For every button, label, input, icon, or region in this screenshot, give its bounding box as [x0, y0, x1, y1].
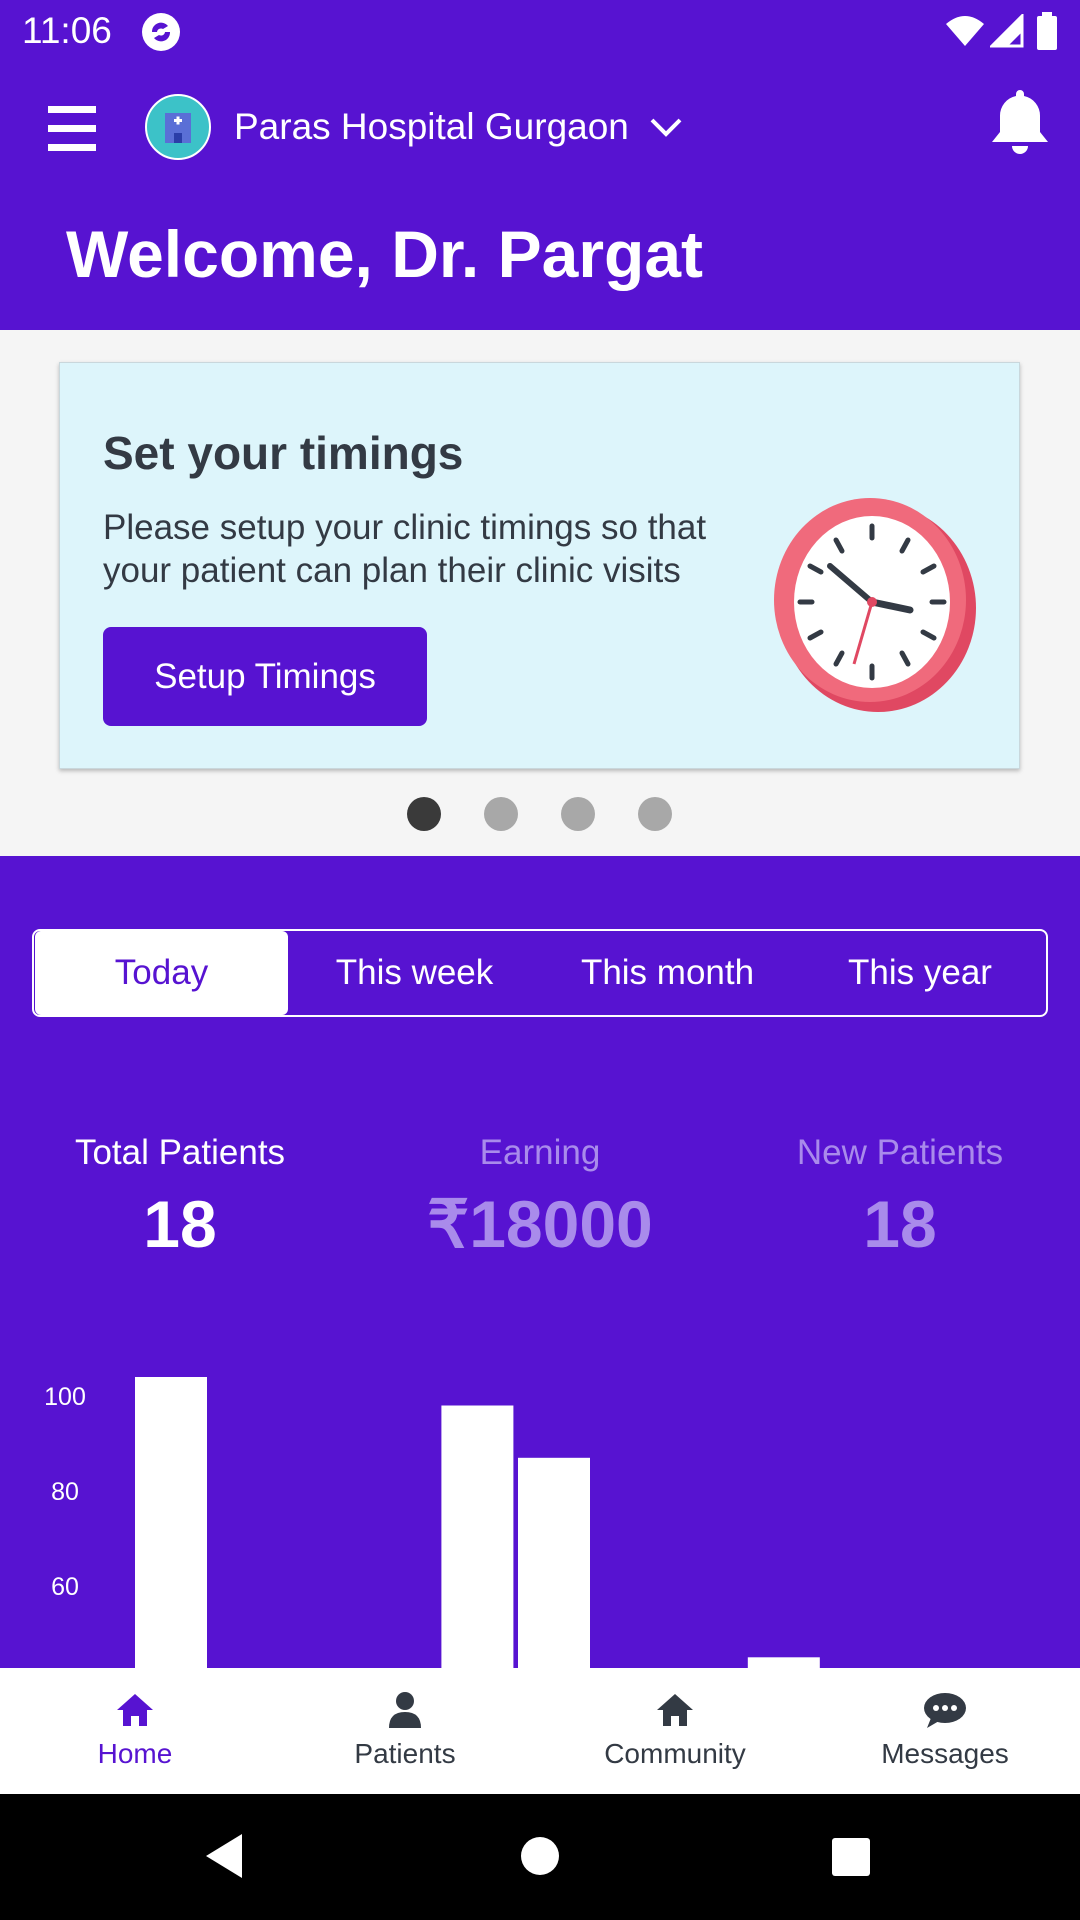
banner-title: Set your timings: [103, 427, 464, 479]
nav-patients[interactable]: Patients: [270, 1668, 540, 1794]
system-nav-bar: [0, 1794, 1080, 1920]
chart-bar: [135, 1377, 207, 1668]
patient-icon: [389, 1692, 421, 1728]
app-status-icon: [142, 13, 180, 51]
back-icon[interactable]: [204, 1832, 244, 1880]
welcome-title: Welcome, Dr. Pargat: [66, 217, 704, 291]
tab-today[interactable]: Today: [35, 931, 288, 1015]
hospital-avatar[interactable]: [145, 94, 211, 160]
clock-illustration: [774, 498, 976, 712]
chart-bar: [441, 1405, 514, 1668]
earning-value: ₹18000: [427, 1187, 653, 1261]
new-patients-value: 18: [863, 1187, 937, 1261]
patients-bar-chart: 100 80 60: [44, 1377, 820, 1668]
tab-this-month[interactable]: This month: [541, 931, 794, 1015]
total-patients-label[interactable]: Total Patients: [10, 1133, 350, 1173]
messages-icon: [924, 1693, 966, 1728]
hospital-icon: [165, 113, 191, 143]
carousel-dot-active[interactable]: [407, 797, 441, 831]
y-tick-label: 60: [51, 1573, 79, 1601]
banner-description: Please setup your clinic timings so that…: [103, 508, 707, 590]
chart-bar: [518, 1457, 590, 1668]
tab-this-year[interactable]: This year: [794, 931, 1046, 1015]
hospital-selector[interactable]: Paras Hospital Gurgaon: [234, 106, 629, 148]
nav-messages[interactable]: Messages: [810, 1668, 1080, 1794]
carousel-dot[interactable]: [484, 797, 518, 831]
tab-this-week[interactable]: This week: [288, 931, 541, 1015]
setup-timings-button[interactable]: Setup Timings: [103, 627, 427, 726]
nav-messages-label: Messages: [881, 1738, 1009, 1769]
nav-community-label: Community: [604, 1738, 746, 1769]
earning-label[interactable]: Earning: [370, 1133, 710, 1173]
nav-home-label: Home: [97, 1738, 173, 1769]
total-patients-value: 18: [143, 1187, 217, 1261]
community-icon: [657, 1694, 693, 1726]
nav-patients-label: Patients: [354, 1738, 456, 1769]
chevron-down-icon[interactable]: [648, 116, 684, 140]
menu-icon[interactable]: [48, 104, 96, 152]
home-icon: [117, 1694, 153, 1726]
recents-icon[interactable]: [832, 1838, 870, 1876]
carousel-dot[interactable]: [638, 797, 672, 831]
status-bar: 11:06: [0, 0, 1080, 64]
new-patients-label[interactable]: New Patients: [730, 1133, 1070, 1173]
y-tick-label: 100: [44, 1383, 86, 1411]
signal-icon: [990, 14, 1024, 48]
battery-icon: [1037, 12, 1057, 50]
nav-home[interactable]: Home: [0, 1668, 270, 1794]
bell-icon[interactable]: [988, 88, 1052, 158]
status-time: 11:06: [22, 10, 112, 51]
chart-bar: [747, 1657, 820, 1668]
home-circle-icon[interactable]: [520, 1836, 560, 1876]
nav-community[interactable]: Community: [540, 1668, 810, 1794]
wifi-icon: [946, 16, 984, 46]
carousel-dot[interactable]: [561, 797, 595, 831]
y-tick-label: 80: [51, 1478, 79, 1506]
